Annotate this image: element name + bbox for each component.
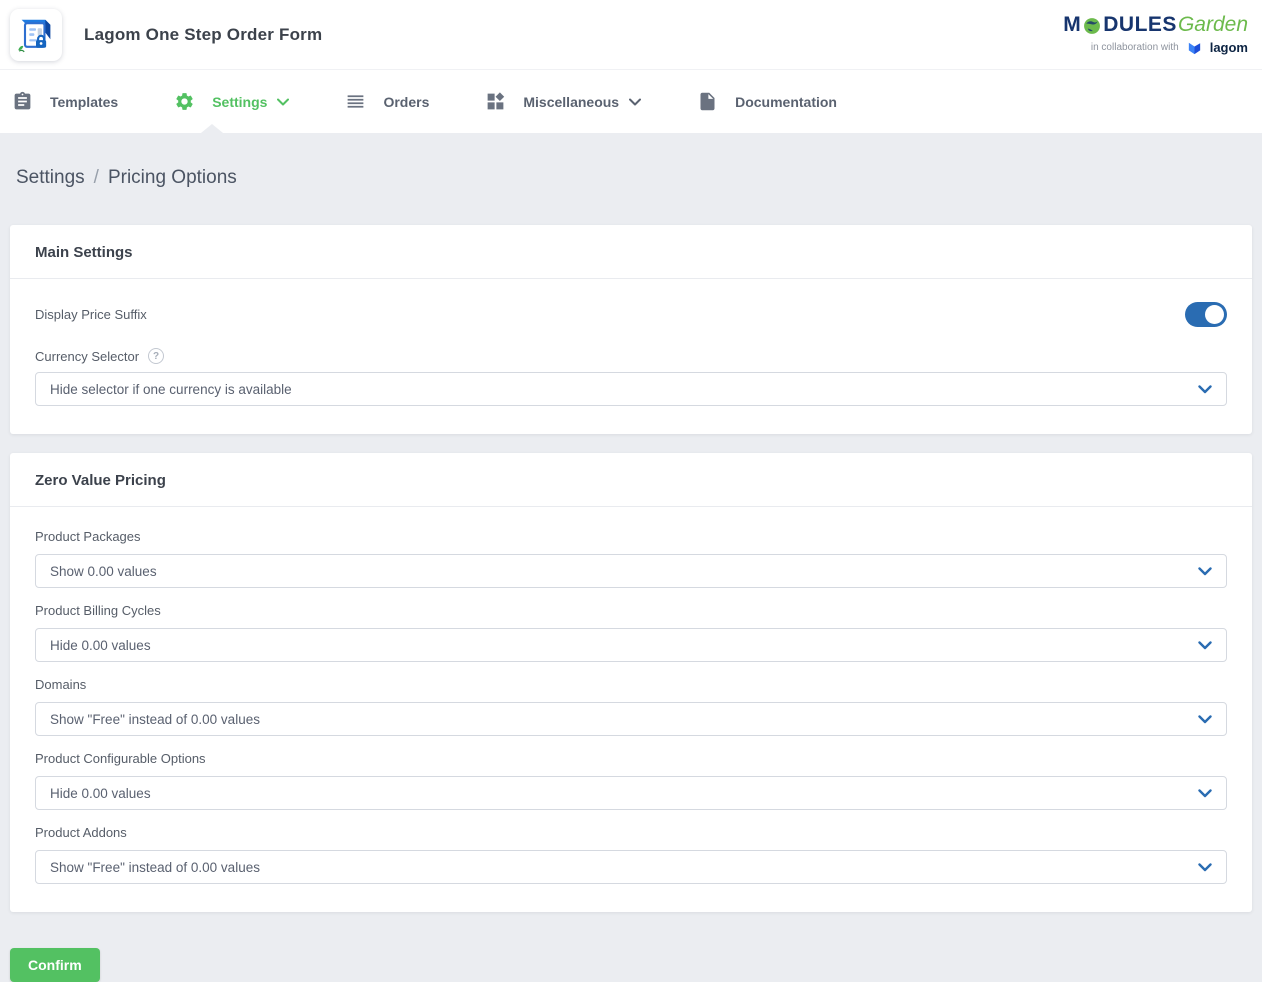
document-icon (697, 91, 718, 112)
breadcrumb-separator: / (94, 167, 99, 188)
top-header: Lagom One Step Order Form M DULES Garden… (0, 0, 1262, 70)
card-title: Zero Value Pricing (35, 472, 1227, 489)
globe-icon (1082, 16, 1102, 36)
nav-tab-label: Templates (50, 94, 118, 110)
page-title: Lagom One Step Order Form (84, 25, 322, 45)
nav-tab-miscellaneous[interactable]: Miscellaneous (485, 91, 641, 112)
display-price-suffix-toggle[interactable] (1185, 302, 1227, 327)
modulesgarden-logo: M DULES Garden in collaboration with lag… (1063, 14, 1248, 56)
brand-text-m: M (1063, 14, 1081, 36)
product-configurable-options-value: Hide 0.00 values (50, 786, 151, 801)
list-icon (345, 91, 366, 112)
domains-value: Show "Free" instead of 0.00 values (50, 712, 260, 727)
active-tab-pointer (201, 124, 223, 133)
product-packages-label: Product Packages (35, 529, 141, 544)
chevron-down-icon (1198, 385, 1212, 394)
product-addons-select[interactable]: Show "Free" instead of 0.00 values (35, 850, 1227, 884)
main-nav: Templates Settings Orders Miscellaneous … (0, 70, 1262, 133)
brand-text-dules: DULES (1103, 14, 1177, 36)
grid-icon (485, 91, 506, 112)
chevron-down-icon (1198, 789, 1212, 798)
currency-selector-label: Currency Selector (35, 349, 139, 364)
product-packages-select[interactable]: Show 0.00 values (35, 554, 1227, 588)
product-configurable-options-label: Product Configurable Options (35, 751, 206, 766)
chevron-down-icon (1198, 715, 1212, 724)
domains-label: Domains (35, 677, 86, 692)
product-billing-cycles-value: Hide 0.00 values (50, 638, 151, 653)
breadcrumb-current: Pricing Options (108, 167, 237, 188)
clipboard-icon (12, 91, 33, 112)
help-icon[interactable]: ? (148, 348, 164, 364)
nav-tab-orders[interactable]: Orders (345, 91, 429, 112)
product-packages-value: Show 0.00 values (50, 564, 157, 579)
nav-tab-settings[interactable]: Settings (174, 91, 289, 112)
product-configurable-options-select[interactable]: Hide 0.00 values (35, 776, 1227, 810)
main-settings-card: Main Settings Display Price Suffix Curre… (10, 225, 1252, 434)
nav-tab-label: Orders (383, 94, 429, 110)
chevron-down-icon (277, 98, 289, 106)
display-price-suffix-label: Display Price Suffix (35, 307, 147, 322)
zero-value-pricing-card: Zero Value Pricing Product Packages Show… (10, 453, 1252, 912)
chevron-down-icon (629, 98, 641, 106)
app-logo-icon (10, 9, 62, 61)
product-billing-cycles-label: Product Billing Cycles (35, 603, 161, 618)
confirm-button[interactable]: Confirm (10, 948, 100, 982)
brand-text-garden: Garden (1178, 14, 1248, 36)
lagom-wordmark: lagom (1210, 40, 1248, 55)
content-area: Settings / Pricing Options Main Settings D… (0, 133, 1262, 982)
chevron-down-icon (1198, 863, 1212, 872)
chevron-down-icon (1198, 641, 1212, 650)
collaboration-text: in collaboration with (1091, 42, 1179, 53)
breadcrumb-settings[interactable]: Settings (16, 167, 85, 188)
nav-tab-label: Miscellaneous (523, 94, 619, 110)
gear-icon (174, 91, 195, 112)
chevron-down-icon (1198, 567, 1212, 576)
order-form-icon (14, 13, 58, 57)
domains-select[interactable]: Show "Free" instead of 0.00 values (35, 702, 1227, 736)
currency-selector-select[interactable]: Hide selector if one currency is availab… (35, 372, 1227, 406)
nav-tab-documentation[interactable]: Documentation (697, 91, 837, 112)
breadcrumb: Settings / Pricing Options (10, 133, 1252, 225)
card-title: Main Settings (35, 244, 1227, 261)
lagom-mark-icon (1186, 39, 1203, 56)
product-billing-cycles-select[interactable]: Hide 0.00 values (35, 628, 1227, 662)
product-addons-value: Show "Free" instead of 0.00 values (50, 860, 260, 875)
currency-selector-value: Hide selector if one currency is availab… (50, 382, 292, 397)
nav-tab-label: Documentation (735, 94, 837, 110)
product-addons-label: Product Addons (35, 825, 127, 840)
nav-tab-templates[interactable]: Templates (12, 91, 118, 112)
nav-tab-label: Settings (212, 94, 267, 110)
